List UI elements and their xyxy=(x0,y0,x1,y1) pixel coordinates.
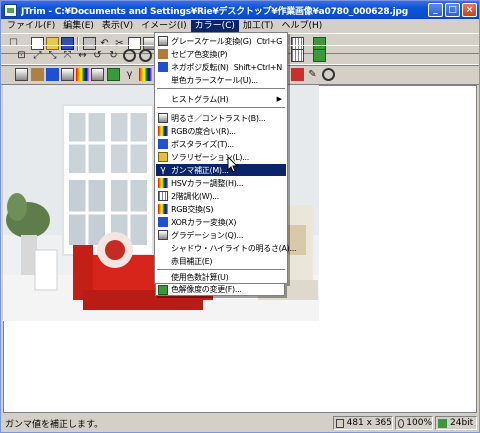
brightness-tool-icon[interactable] xyxy=(61,68,74,81)
menu-item-solarize[interactable]: ソラリゼーション(L)... xyxy=(156,151,286,163)
gamma-tool-icon[interactable]: γ xyxy=(123,68,136,81)
crop-icon[interactable]: ⊡ xyxy=(15,49,28,62)
color-depth-field: 24bit xyxy=(435,416,477,430)
menu-item-sepia[interactable]: セピア色変換(P) xyxy=(156,48,286,60)
rotate-left-icon[interactable]: ↺ xyxy=(91,49,104,62)
menu-item-mono-scale[interactable]: 単色カラースケール(U)... xyxy=(156,74,286,86)
zoom-icon xyxy=(398,418,405,428)
brush-tool-icon[interactable]: ✎ xyxy=(306,68,319,81)
menu-item-redeye[interactable]: 赤目補正(E) xyxy=(156,255,286,267)
menu-item-count-colors[interactable]: 使用色数計算(U) xyxy=(156,272,286,283)
sepia-tool-icon[interactable] xyxy=(31,68,44,81)
rgb-swap-icon xyxy=(158,204,168,214)
menu-item-histogram[interactable]: ヒストグラム(H) ▶ xyxy=(156,93,286,105)
minimize-button[interactable]: _ xyxy=(428,3,443,17)
zoom-field: 100% xyxy=(395,416,433,430)
menu-item-grayscale[interactable]: グレースケール変換(G) Ctrl+G xyxy=(156,35,286,47)
resize-icon[interactable]: ⤢ xyxy=(31,49,44,62)
gamma-icon: γ xyxy=(160,165,166,175)
color-menu-dropdown: グレースケール変換(G) Ctrl+G セピア色変換(P) ネガポジ反転(N) … xyxy=(154,32,296,284)
menu-item-rgb-level[interactable]: RGBの度合い(R)... xyxy=(156,125,286,137)
close-button[interactable]: × xyxy=(462,3,477,17)
grayscale-tool-icon[interactable] xyxy=(15,68,28,81)
brightness-icon xyxy=(158,113,168,123)
menu-color[interactable]: カラー(C) xyxy=(190,19,239,33)
menu-item-shadow-highlight[interactable]: シャドウ・ハイライトの明るさ(A)... xyxy=(156,242,296,254)
rgb-tool-icon[interactable] xyxy=(139,68,152,81)
posterize-icon xyxy=(158,139,168,149)
hsv-icon xyxy=(158,178,168,188)
menu-item-twotone[interactable]: 2階調化(W)... xyxy=(156,190,286,202)
menu-item-negative[interactable]: ネガポジ反転(N) Shift+Ctrl+N xyxy=(156,61,286,73)
menu-item-brightness[interactable]: 明るさ／コントラスト(B)... xyxy=(156,112,286,124)
mosaic-icon[interactable] xyxy=(291,49,304,62)
menu-separator xyxy=(157,88,285,90)
negative-tool-icon[interactable] xyxy=(46,68,59,81)
color-depth-icon xyxy=(158,284,168,295)
window-title: JTrim - C:¥Documents and Settings¥Rie¥デス… xyxy=(21,6,409,17)
image-size-icon xyxy=(336,418,344,428)
menu-process[interactable]: 加工(T) xyxy=(239,20,278,33)
app-icon[interactable] xyxy=(4,3,17,17)
status-message: ガンマ値を補正します。 xyxy=(5,420,104,430)
grayscale-icon xyxy=(158,36,168,46)
sharpen-tool-icon[interactable] xyxy=(107,68,120,81)
app-window: JTrim - C:¥Documents and Settings¥Rie¥デス… xyxy=(0,0,480,433)
contrast-tool-icon[interactable] xyxy=(91,68,104,81)
menu-file[interactable]: ファイル(F) xyxy=(3,20,59,33)
menu-item-xor[interactable]: XORカラー変換(X) xyxy=(156,216,286,228)
hsv-tool-icon[interactable] xyxy=(76,68,89,81)
flip-vertical-icon[interactable] xyxy=(139,49,152,62)
frame-icon[interactable] xyxy=(313,49,326,62)
color-depth-status-icon xyxy=(438,418,447,428)
menu-view[interactable]: 表示(V) xyxy=(98,20,137,33)
twotone-icon xyxy=(158,191,168,201)
menu-item-hsv[interactable]: HSVカラー調整(H)... xyxy=(156,177,286,189)
image-size-field: 481 x 365 xyxy=(333,416,393,430)
menu-bar: ファイル(F) 編集(E) 表示(V) イメージ(I) カラー(C) 加工(T)… xyxy=(1,19,479,33)
expand-icon[interactable]: ⤧ xyxy=(61,49,74,62)
gradient-icon xyxy=(158,230,168,240)
menu-separator xyxy=(157,107,285,109)
mouse-cursor-icon xyxy=(227,156,239,173)
rotate-free-icon[interactable] xyxy=(123,49,136,62)
title-bar[interactable]: JTrim - C:¥Documents and Settings¥Rie¥デス… xyxy=(1,1,479,19)
shrink-icon[interactable]: ⤡ xyxy=(46,49,59,62)
rotate-right-icon[interactable]: ↻ xyxy=(107,49,120,62)
menu-item-color-depth[interactable]: 色解像度の変更(F)... xyxy=(155,284,285,296)
sepia-icon xyxy=(158,49,168,59)
menu-separator xyxy=(157,269,285,271)
xor-icon xyxy=(158,217,168,227)
negative-icon xyxy=(158,62,168,72)
menu-item-posterize[interactable]: ポスタライズ(T)... xyxy=(156,138,286,150)
menu-item-gradient[interactable]: グラデーション(Q)... xyxy=(156,229,286,241)
flip-horizontal-icon[interactable]: ↔ xyxy=(76,49,89,62)
menu-help[interactable]: ヘルプ(H) xyxy=(277,20,326,33)
solarize-icon xyxy=(158,152,168,162)
maximize-button[interactable]: □ xyxy=(445,3,460,17)
menu-item-gamma[interactable]: γ ガンマ補正(M)... xyxy=(156,164,286,176)
submenu-arrow-icon: ▶ xyxy=(276,95,282,103)
menu-item-rgb-swap[interactable]: RGB交換(S) xyxy=(156,203,286,215)
status-bar: ガンマ値を補正します。 481 x 365 100% 24bit xyxy=(1,415,479,432)
pen-tool-icon[interactable] xyxy=(291,68,304,81)
target-tool-icon[interactable] xyxy=(322,68,335,81)
menu-edit[interactable]: 編集(E) xyxy=(59,20,98,33)
menu-image[interactable]: イメージ(I) xyxy=(137,20,191,33)
rgb-icon xyxy=(158,126,168,136)
